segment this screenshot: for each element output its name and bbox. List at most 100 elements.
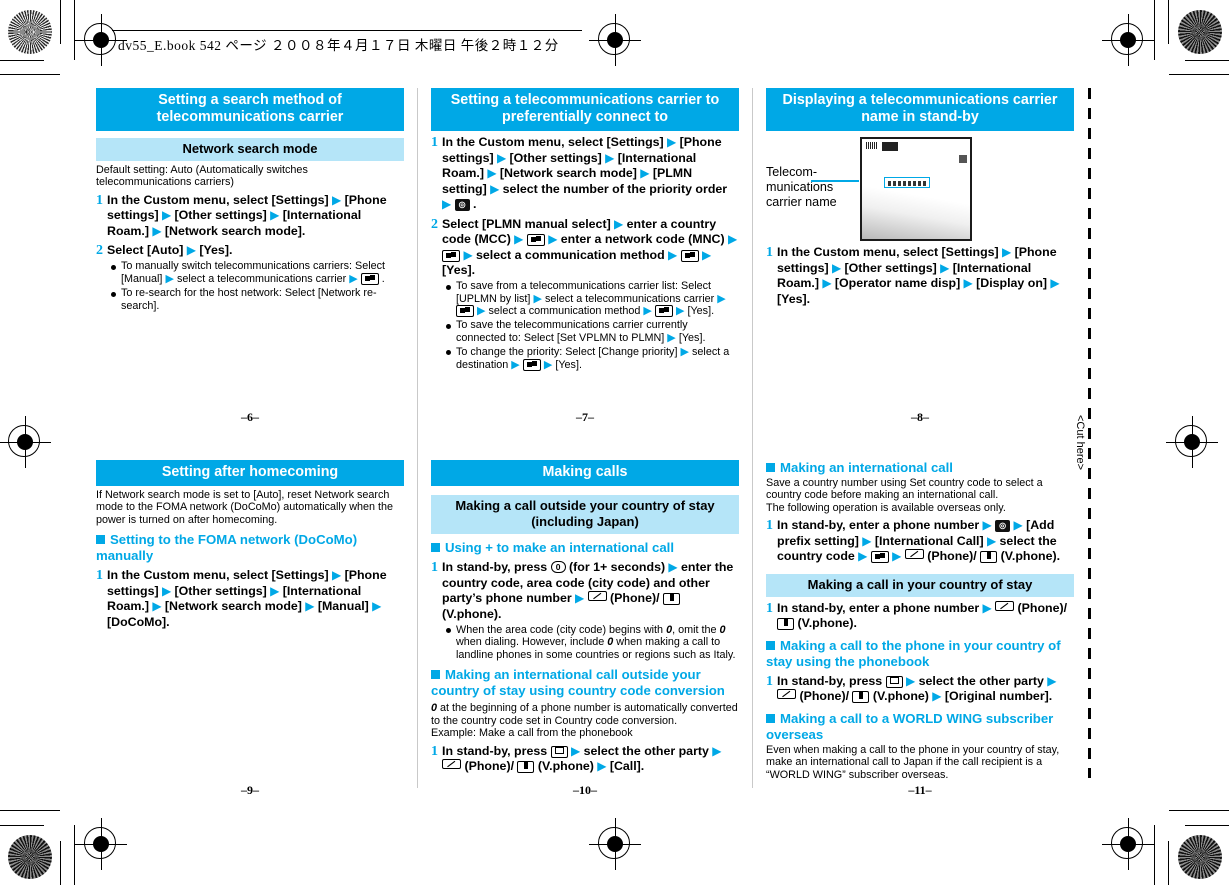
- center-select-key-icon: [680, 249, 699, 262]
- arrow-separator-icon: ▶: [979, 518, 996, 533]
- density-target-bottom-left: [8, 835, 52, 879]
- voice-call-key-icon: [442, 759, 461, 769]
- arrow-separator-icon: ▶: [998, 245, 1015, 259]
- phone-screen-graphic: [860, 137, 972, 241]
- crop-line-br-h2: [1185, 825, 1229, 826]
- page-11-steps2: 1 In stand-by, enter a phone number ▶ (Ph…: [766, 600, 1074, 632]
- note-text: at the beginning of a phone number is au…: [431, 702, 738, 727]
- numbered-step: 1 In the Custom menu, select [Settings] ▶…: [431, 135, 739, 213]
- page-6-intro: Default setting: Auto (Automatically swi…: [96, 164, 308, 189]
- video-call-key-icon: [777, 618, 794, 631]
- step-number: 1: [431, 135, 438, 150]
- registration-mark-top-right: [1102, 14, 1154, 66]
- crop-line-tl-h: [0, 74, 60, 75]
- arrow-separator-icon: ▶: [664, 247, 681, 262]
- note-item: When the area code (city code) begins wi…: [442, 624, 739, 662]
- step-text: Select [Auto] ▶ [Yes].: [107, 243, 233, 258]
- video-call-key-icon: [980, 551, 998, 564]
- step-text: In the Custom menu, select [Settings] ▶ …: [777, 245, 1060, 306]
- carrier-name-highlight: [884, 177, 930, 188]
- density-target-top-left: [8, 10, 52, 54]
- arrow-separator-icon: ▶: [636, 166, 653, 180]
- numbered-step: 1 In stand-by, enter a phone number ▶ ◎ ▶…: [766, 518, 1074, 565]
- arrow-separator-icon: ▶: [158, 583, 175, 598]
- step-number: 1: [431, 743, 438, 759]
- slug-rule: [112, 30, 582, 31]
- crop-line-tl-h2: [0, 60, 44, 61]
- arrow-separator-icon: ▶: [1013, 518, 1027, 533]
- arrow-separator-icon: ▶: [665, 560, 681, 574]
- video-call-key-icon: [852, 691, 870, 704]
- registration-mark-mid-right: [1166, 416, 1218, 468]
- step-number: 1: [766, 518, 773, 534]
- square-bullet-icon: [431, 670, 440, 680]
- center-select-key-icon: [654, 305, 673, 318]
- step-text: In stand-by, press ▶ select the other pa…: [442, 743, 722, 773]
- arrow-separator-icon: ▶: [266, 583, 283, 598]
- page-10-heading-b-text: Making an international call outside you…: [431, 667, 725, 699]
- page-8-title: Displaying a telecommunications carrier …: [766, 88, 1074, 131]
- page-10-heading-conversion: Making an international call outside you…: [431, 667, 739, 699]
- voice-call-key-icon: [777, 689, 796, 700]
- arrow-separator-icon: ▶: [162, 272, 177, 285]
- page-6-subtitle: Network search mode: [96, 138, 404, 161]
- step-number: 1: [766, 673, 773, 689]
- battery-icon: [882, 142, 898, 151]
- step-text: In stand-by, press ▶ select the other pa…: [777, 673, 1057, 704]
- page-9-intro: If Network search mode is set to [Auto],…: [96, 489, 394, 526]
- crop-line-tr-v: [1154, 0, 1155, 60]
- arrow-separator-icon: ▶: [675, 305, 688, 318]
- arrow-separator-icon: ▶: [158, 208, 175, 223]
- arrow-separator-icon: ▶: [477, 305, 489, 318]
- page-6: Setting a search method of telecommunica…: [96, 88, 404, 426]
- density-target-bottom-right: [1178, 835, 1222, 879]
- arrow-separator-icon: ▶: [892, 549, 905, 564]
- square-bullet-icon: [96, 535, 105, 545]
- numbered-step: 1 In the Custom menu, select [Settings] ▶…: [96, 193, 404, 240]
- arrow-separator-icon: ▶: [854, 549, 871, 564]
- arrow-separator-icon: ▶: [928, 689, 945, 704]
- registration-mark-bottom-center: [589, 818, 641, 870]
- page-10-example: Example: Make a call from the phonebook: [431, 727, 633, 740]
- step-text: In stand-by, enter a phone number ▶ (Pho…: [777, 600, 1068, 631]
- arrow-separator-icon: ▶: [508, 358, 523, 371]
- folio-8: –8–: [911, 410, 929, 424]
- arrow-separator-icon: ▶: [149, 599, 165, 614]
- page-6-title: Setting a search method of telecommunica…: [96, 88, 404, 131]
- arrow-separator-icon: ▶: [571, 591, 588, 605]
- step-notes: When the area code (city code) begins wi…: [442, 624, 739, 662]
- column-separator-2: [752, 88, 753, 788]
- registration-mark-bottom-left: [75, 818, 127, 870]
- numbered-step: 2 Select [Auto] ▶ [Yes].: [96, 243, 404, 259]
- page-7-steps: 1 In the Custom menu, select [Settings] ▶…: [431, 135, 739, 371]
- step-number: 1: [766, 245, 773, 260]
- arrow-separator-icon: ▶: [463, 247, 477, 262]
- page-11: Making an international call Save a coun…: [766, 460, 1074, 788]
- step-text: In the Custom menu, select [Settings] ▶ …: [442, 135, 728, 211]
- arrow-separator-icon: ▶: [708, 743, 722, 758]
- folio-11: –11–: [908, 783, 932, 797]
- page-11-outro: Even when making a call to the phone in …: [766, 743, 1060, 781]
- page-8: Displaying a telecommunications carrier …: [766, 88, 1074, 426]
- center-select-key-icon: [522, 358, 541, 371]
- page-10-title: Making calls: [431, 460, 739, 486]
- page-11-intro: Save a country number using Set country …: [766, 477, 1043, 502]
- voice-call-key-icon: [995, 600, 1015, 611]
- arrow-separator-icon: ▶: [548, 232, 561, 246]
- arrow-separator-icon: ▶: [906, 673, 919, 688]
- arrow-separator-icon: ▶: [301, 599, 318, 614]
- page-11-steps: 1 In stand-by, enter a phone number ▶ ◎ ▶…: [766, 518, 1074, 565]
- center-select-key-icon: [870, 551, 889, 564]
- arrow-separator-icon: ▶: [328, 568, 345, 583]
- arrow-separator-icon: ▶: [819, 276, 835, 290]
- imposition-sheet: Setting a search method of telecommunica…: [96, 88, 1076, 797]
- arrow-separator-icon: ▶: [442, 197, 455, 211]
- page-10-heading-text: Using + to make an international call: [445, 540, 675, 555]
- page-10-subtitle: Making a call outside your country of st…: [431, 495, 739, 534]
- arrow-separator-icon: ▶: [960, 276, 977, 290]
- crop-line-br-v: [1154, 825, 1155, 885]
- arrow-separator-icon: ▶: [368, 599, 382, 614]
- arrow-separator-icon: ▶: [346, 272, 361, 285]
- page-9-steps: 1 In the Custom menu, select [Settings] ▶…: [96, 568, 404, 630]
- phonebook-key-icon: [885, 675, 903, 688]
